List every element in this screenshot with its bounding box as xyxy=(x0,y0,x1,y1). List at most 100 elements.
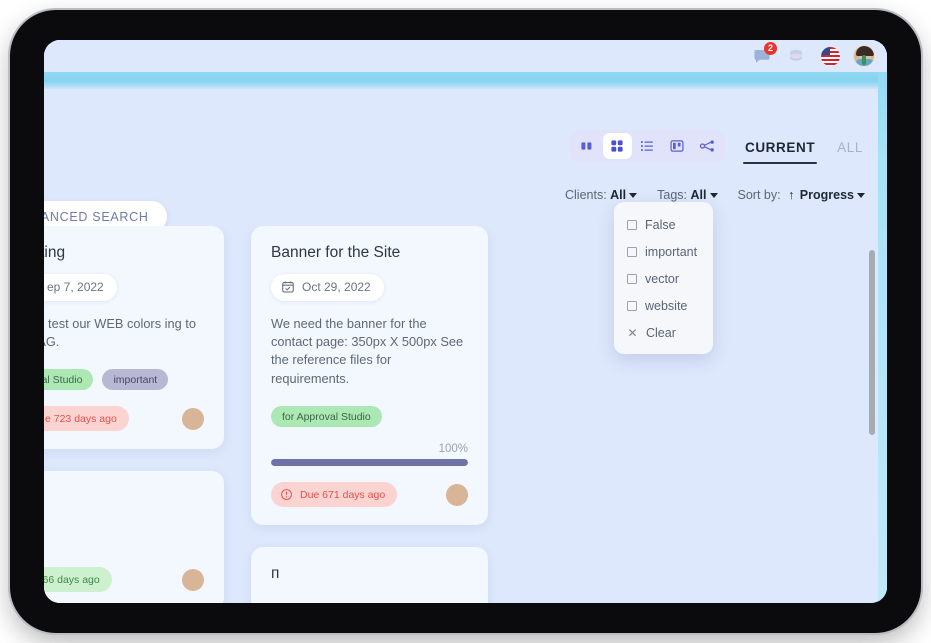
notifications-button[interactable]: 2 xyxy=(751,42,777,67)
accent-band xyxy=(44,72,887,89)
filter-clients-value: All xyxy=(610,188,627,202)
user-avatar-button[interactable] xyxy=(853,45,875,67)
tags-dropdown-item-label: important xyxy=(645,244,698,259)
card-tag-row: roval Studio important xyxy=(44,369,204,391)
filter-clients[interactable]: Clients: All xyxy=(564,188,638,202)
coins-icon xyxy=(787,47,805,65)
top-bar: 2 xyxy=(44,40,887,72)
card-title: zine xyxy=(44,489,204,507)
card-due-badge: ted 66 days ago xyxy=(44,567,112,593)
toolbar-row: CURRENT ALL xyxy=(44,120,887,172)
card-due-text: e 723 days ago xyxy=(45,412,117,425)
coins-button[interactable] xyxy=(785,45,807,67)
tags-dropdown-item-label: False xyxy=(645,217,676,232)
tablet-device-frame: 2 CURRENT ALL Clients: All Tags: All Sor… xyxy=(10,10,921,633)
checkbox-icon[interactable] xyxy=(627,273,637,284)
task-card[interactable]: Testing ep 7, 2022 xyxy=(44,226,224,450)
us-flag-icon xyxy=(820,46,840,66)
chevron-down-icon xyxy=(857,193,865,198)
list-icon xyxy=(639,138,655,154)
card-progress-percent: 100% xyxy=(438,443,468,455)
filter-clients-label: Clients: xyxy=(564,188,607,202)
language-button[interactable] xyxy=(819,45,841,67)
checkbox-icon[interactable] xyxy=(627,300,637,311)
card-title: Banner for the Site xyxy=(271,244,401,261)
notification-badge: 2 xyxy=(764,42,777,55)
card-title: п xyxy=(271,565,280,582)
vertical-scrollbar-thumb[interactable] xyxy=(869,250,875,435)
progress-fill xyxy=(271,459,468,466)
card-due-text: ted 66 days ago xyxy=(44,573,100,586)
task-card[interactable]: п xyxy=(251,547,488,603)
card-date-chip[interactable]: ep 7, 2022 xyxy=(44,273,117,301)
column-right: Banner for the Site Oct 29, 2022 We need… xyxy=(251,226,488,603)
sort-ascending-icon: ↑ xyxy=(788,188,795,202)
tab-current[interactable]: CURRENT xyxy=(742,121,818,173)
card-assignee-avatar[interactable] xyxy=(182,407,204,430)
card-date-text: Oct 29, 2022 xyxy=(302,280,371,295)
alert-icon xyxy=(280,488,293,501)
card-footer: ted 66 days ago xyxy=(44,567,204,593)
tags-dropdown-item-important[interactable]: important xyxy=(614,238,713,265)
task-card[interactable]: zine ted 66 days ago xyxy=(44,471,224,603)
view-button-tree[interactable] xyxy=(693,133,722,159)
tags-dropdown-item-false[interactable]: False xyxy=(614,211,713,238)
tags-dropdown-item-website[interactable]: website xyxy=(614,292,713,319)
tags-dropdown-item-label: vector xyxy=(645,271,680,286)
app-root: 2 CURRENT ALL Clients: All Tags: All Sor… xyxy=(44,40,887,603)
card-footer: e 723 days ago xyxy=(44,406,204,432)
checkbox-icon[interactable] xyxy=(627,219,637,230)
tags-dropdown-item-vector[interactable]: vector xyxy=(614,265,713,292)
tags-dropdown-clear-label: Clear xyxy=(646,325,676,340)
checkbox-icon[interactable] xyxy=(627,246,637,257)
card-tag[interactable]: roval Studio xyxy=(44,369,94,391)
filter-tags-value: All xyxy=(690,188,707,202)
card-assignee-avatar[interactable] xyxy=(446,483,468,506)
board-icon xyxy=(669,138,685,154)
tab-bar: CURRENT ALL xyxy=(742,120,865,173)
card-tag-row: for Approval Studio xyxy=(271,406,468,427)
card-due-badge: e 723 days ago xyxy=(44,406,129,432)
card-tag[interactable]: important xyxy=(102,369,169,391)
column-left: Testing ep 7, 2022 xyxy=(44,226,224,603)
card-tag[interactable]: for Approval Studio xyxy=(271,406,382,427)
card-date-text: ep 7, 2022 xyxy=(47,280,104,295)
filter-row: Clients: All Tags: All Sort by: ↑ Progre… xyxy=(44,180,887,210)
advanced-search-label: ADVANCED SEARCH xyxy=(44,209,149,224)
filter-sort-value: Progress xyxy=(799,188,854,202)
avatar xyxy=(853,45,875,67)
tags-dropdown-item-label: website xyxy=(645,298,688,313)
card-assignee-avatar[interactable] xyxy=(182,568,204,591)
tags-dropdown-clear[interactable]: ✕ Clear xyxy=(614,319,713,346)
tablet-screen: 2 CURRENT ALL Clients: All Tags: All Sor… xyxy=(44,40,887,603)
card-footer: Due 671 days ago xyxy=(271,482,468,507)
chevron-down-icon xyxy=(709,193,718,198)
chevron-down-icon xyxy=(629,193,638,198)
tree-icon xyxy=(699,138,716,154)
view-switcher xyxy=(569,130,725,162)
card-title: Testing xyxy=(44,244,66,261)
card-due-badge: Due 671 days ago xyxy=(271,482,398,507)
card-date-chip[interactable]: Oct 29, 2022 xyxy=(271,273,384,301)
columns-icon xyxy=(579,138,595,154)
calendar-icon xyxy=(281,280,295,294)
card-due-text: Due 671 days ago xyxy=(300,488,386,501)
progress-track xyxy=(271,459,468,466)
filter-sort-by[interactable]: Sort by: ↑ Progress xyxy=(737,188,865,202)
view-button-list[interactable] xyxy=(633,133,662,159)
card-description: We need the banner for the contact page:… xyxy=(271,315,464,386)
task-card[interactable]: Banner for the Site Oct 29, 2022 We need… xyxy=(251,226,488,525)
vertical-scrollbar-track[interactable] xyxy=(869,250,875,579)
card-progress: 100% xyxy=(271,443,468,466)
filter-tags[interactable]: Tags: All xyxy=(657,188,718,202)
close-icon: ✕ xyxy=(627,325,638,340)
view-button-grid[interactable] xyxy=(602,133,632,159)
tags-dropdown-menu: False important vector website ✕ Clear xyxy=(614,202,713,354)
view-button-columns[interactable] xyxy=(573,133,602,159)
filter-tags-label: Tags: xyxy=(657,188,688,202)
grid-icon xyxy=(609,138,625,154)
view-button-board[interactable] xyxy=(663,133,692,159)
tab-all[interactable]: ALL xyxy=(835,121,865,173)
filter-sort-label: Sort by: xyxy=(737,188,781,202)
card-description: ed to test our WEB colors ing to WCAG. xyxy=(44,315,196,350)
